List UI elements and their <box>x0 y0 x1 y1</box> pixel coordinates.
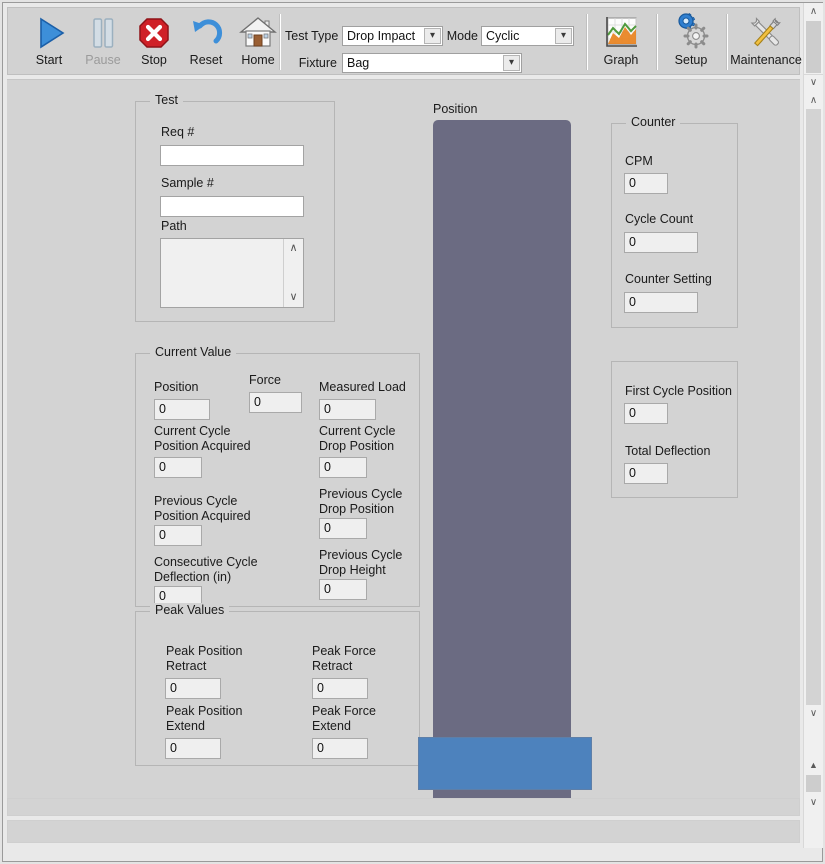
peak-force-retract-label: Peak Force Retract <box>312 644 376 673</box>
position-value: 0 <box>154 399 210 420</box>
scroll-up-arrow[interactable]: ∧ <box>804 3 823 20</box>
content-scroll-up-arrow[interactable]: ∧ <box>804 92 823 109</box>
play-icon <box>18 13 80 53</box>
previous-cycle-drop-position-label: Previous Cycle Drop Position <box>319 487 403 516</box>
start-button[interactable]: Start <box>18 11 80 73</box>
main-toolbar: Start Pause Stop Reset Home Test Type Dr… <box>7 7 802 75</box>
peak-values-panel: Peak Values Peak Position Retract 0 Peak… <box>135 603 420 766</box>
test-type-value: Drop Impact <box>347 29 416 43</box>
req-number-input[interactable] <box>160 145 304 166</box>
current-value-panel-title: Current Value <box>150 345 237 359</box>
test-type-dropdown[interactable]: Drop Impact ▾ <box>342 26 443 46</box>
fixture-dropdown[interactable]: Bag ▾ <box>342 53 522 73</box>
sample-number-label: Sample # <box>161 176 214 190</box>
deflection-panel: First Cycle Position 0 Total Deflection … <box>611 361 738 498</box>
chart-icon <box>591 13 651 53</box>
total-deflection-label: Total Deflection <box>625 444 711 458</box>
measured-load-value: 0 <box>319 399 376 420</box>
scroll-down-arrow[interactable]: ∨ <box>804 74 823 91</box>
cycle-count-label: Cycle Count <box>625 212 694 226</box>
position-display-title: Position <box>433 102 478 116</box>
status-strip-top <box>7 798 800 816</box>
content-scroll-down-arrow[interactable]: ∨ <box>804 705 823 722</box>
chevron-up-icon[interactable]: ∧ <box>284 242 303 254</box>
force-value: 0 <box>249 392 302 413</box>
total-deflection-value: 0 <box>624 463 668 484</box>
peak-force-retract-value: 0 <box>312 678 368 699</box>
cpm-label: CPM <box>625 154 653 168</box>
content-scroll-page-down-arrow[interactable]: ∨ <box>804 794 823 811</box>
counter-panel-title: Counter <box>626 115 681 129</box>
test-panel: Test Req # Sample # Path ∧ ∨ <box>135 93 335 322</box>
measured-load-label: Measured Load <box>319 380 406 394</box>
sample-number-input[interactable] <box>160 196 304 217</box>
current-value-panel: Current Value Position 0 Force 0 Measure… <box>135 345 420 607</box>
current-cycle-position-acquired-value: 0 <box>154 457 202 478</box>
counter-setting-label: Counter Setting <box>625 272 712 286</box>
consecutive-cycle-deflection-label: Consecutive Cycle Deflection (in) <box>154 555 258 584</box>
mode-label: Mode <box>446 29 478 43</box>
maintenance-button-label: Maintenance <box>730 53 802 67</box>
window-scrollbar-thumb[interactable] <box>806 21 821 73</box>
path-label: Path <box>161 219 187 233</box>
graph-button[interactable]: Graph <box>591 11 651 73</box>
content-scrollbar[interactable]: ∧ ∨ ▲ ∨ <box>803 92 823 847</box>
chevron-down-icon[interactable]: ▾ <box>555 28 572 44</box>
path-scrollbar[interactable]: ∧ ∨ <box>283 239 303 307</box>
maintenance-button[interactable]: Maintenance <box>725 11 807 73</box>
content-scroll-page-up-arrow[interactable]: ▲ <box>804 757 823 774</box>
cpm-value: 0 <box>624 173 668 194</box>
status-strip-bottom <box>7 820 800 843</box>
peak-force-extend-label: Peak Force Extend <box>312 704 376 733</box>
peak-values-panel-title: Peak Values <box>150 603 230 617</box>
start-button-label: Start <box>35 53 63 67</box>
chevron-down-icon[interactable]: ▾ <box>503 55 520 71</box>
previous-cycle-drop-height-value: 0 <box>319 579 367 600</box>
chevron-down-icon[interactable]: ∨ <box>284 291 303 303</box>
graph-button-label: Graph <box>603 53 639 67</box>
current-cycle-drop-position-value: 0 <box>319 457 367 478</box>
current-cycle-position-acquired-label: Current Cycle Position Acquired <box>154 424 251 453</box>
first-cycle-position-value: 0 <box>624 403 668 424</box>
fixture-value: Bag <box>347 56 370 70</box>
counter-setting-value: 0 <box>624 292 698 313</box>
previous-cycle-drop-height-label: Previous Cycle Drop Height <box>319 548 403 577</box>
peak-force-extend-value: 0 <box>312 738 368 759</box>
application-window: Start Pause Stop Reset Home Test Type Dr… <box>0 0 825 864</box>
chevron-down-icon[interactable]: ▾ <box>424 28 441 44</box>
counter-panel: Counter CPM 0 Cycle Count 0 Counter Sett… <box>611 115 738 328</box>
tools-icon <box>725 13 807 53</box>
req-number-label: Req # <box>161 125 195 139</box>
setup-button[interactable]: Setup <box>661 11 721 73</box>
mode-value: Cyclic <box>486 29 520 43</box>
fixture-label: Fixture <box>298 56 337 70</box>
peak-position-extend-label: Peak Position Extend <box>166 704 243 733</box>
content-scrollbar-thumb[interactable] <box>806 109 821 705</box>
path-input[interactable]: ∧ ∨ <box>160 238 304 308</box>
position-label: Position <box>154 380 199 394</box>
test-type-label: Test Type <box>285 29 339 43</box>
setup-button-label: Setup <box>674 53 708 67</box>
test-panel-title: Test <box>150 93 183 107</box>
toolbar-separator-1 <box>279 14 281 70</box>
force-label: Force <box>249 373 281 387</box>
current-cycle-drop-position-label: Current Cycle Drop Position <box>319 424 396 453</box>
peak-position-retract-label: Peak Position Retract <box>166 644 243 673</box>
cycle-count-value: 0 <box>624 232 698 253</box>
previous-cycle-drop-position-value: 0 <box>319 518 367 539</box>
position-bar-column <box>433 120 571 798</box>
main-content-area: Test Req # Sample # Path ∧ ∨ Current Val… <box>7 79 800 798</box>
first-cycle-position-label: First Cycle Position <box>625 384 732 398</box>
content-scrollbar-lower-thumb[interactable] <box>806 775 821 792</box>
mode-dropdown[interactable]: Cyclic ▾ <box>481 26 574 46</box>
previous-cycle-position-acquired-label: Previous Cycle Position Acquired <box>154 494 251 523</box>
peak-position-extend-value: 0 <box>165 738 221 759</box>
position-bar-base <box>418 737 592 790</box>
gears-icon <box>661 13 721 53</box>
previous-cycle-position-acquired-value: 0 <box>154 525 202 546</box>
peak-position-retract-value: 0 <box>165 678 221 699</box>
toolbar-separator-3 <box>656 14 658 70</box>
toolbar-separator-2 <box>586 14 588 70</box>
